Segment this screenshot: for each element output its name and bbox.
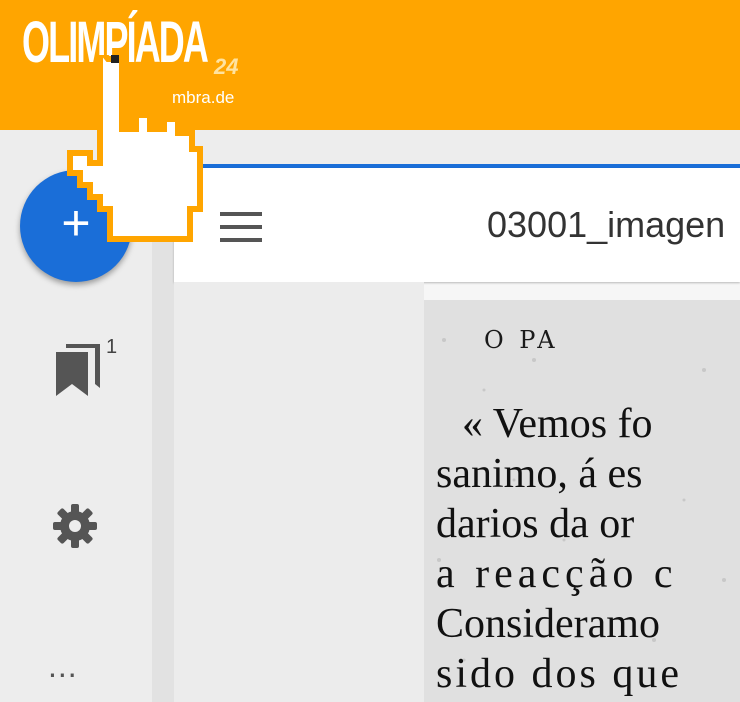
viewer-margin	[174, 282, 424, 702]
more-options[interactable]: ...	[48, 650, 78, 682]
document-page-image: O PA « Vemos fo sanimo, á es darios da o…	[424, 300, 740, 702]
document-title: 03001_imagen	[487, 204, 726, 245]
document-line-2: sanimo, á es	[436, 451, 643, 497]
pointing-hand-cursor-icon	[67, 55, 203, 242]
document-line-3: darios da or	[436, 501, 635, 547]
gear-icon[interactable]	[51, 502, 99, 550]
bookmarks-icon[interactable]	[52, 340, 112, 400]
menu-icon[interactable]	[220, 212, 262, 242]
document-line-1: « Vemos fo	[462, 401, 653, 447]
document-line-4: a reacção c	[436, 551, 678, 597]
bookmarks-count: 1	[106, 336, 118, 358]
document-heading: O PA	[484, 326, 559, 354]
document-line-6: sido dos que	[436, 651, 682, 697]
document-line-5: Consideramo	[436, 601, 660, 647]
